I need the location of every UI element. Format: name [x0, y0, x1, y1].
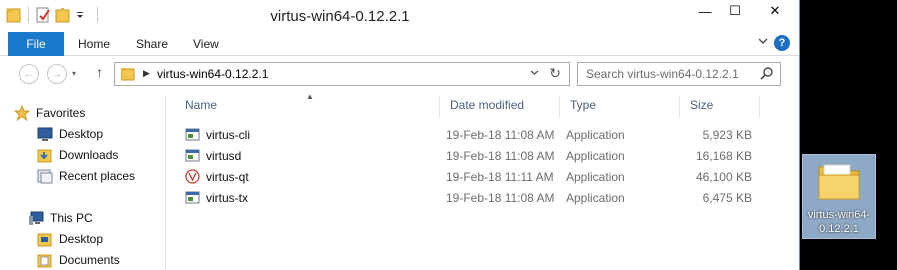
documents-folder-icon [37, 252, 53, 268]
tab-share[interactable]: Share [136, 32, 168, 56]
nav-item-label: Recent places [59, 169, 136, 183]
recent-locations-icon[interactable]: ▾ [72, 69, 76, 78]
nav-this-pc-label: This PC [50, 211, 93, 225]
back-button[interactable]: ← [19, 64, 39, 84]
breadcrumb-path[interactable]: virtus-win64-0.12.2.1 [157, 67, 268, 81]
file-type: Application [566, 128, 625, 142]
nav-item-label: Desktop [59, 232, 104, 246]
window-controls: — ☐ ✕ [690, 0, 799, 22]
nav-item-recent-places[interactable]: Recent places [37, 166, 135, 186]
forward-button[interactable]: → [47, 64, 67, 84]
nav-item-downloads[interactable]: Downloads [37, 145, 118, 165]
maximize-button[interactable]: ☐ [720, 0, 750, 22]
computer-icon [28, 210, 44, 226]
folder-icon [816, 159, 862, 203]
virtus-logo-icon [185, 169, 200, 184]
column-header-size[interactable]: Size [680, 96, 760, 118]
search-icon[interactable] [760, 66, 774, 80]
desktop-folder-item[interactable]: virtus-win64- 0.12.2.1 [802, 154, 876, 239]
nav-item-pc-desktop[interactable]: Desktop [37, 229, 103, 249]
file-type: Application [566, 149, 625, 163]
navigation-bar: ← → ▾ ↑ ▶ virtus-win64-0.12.2.1 ↻ [0, 56, 799, 92]
tab-file[interactable]: File [8, 32, 64, 56]
folder-icon [120, 67, 135, 81]
desktop-folder-icon [37, 231, 53, 247]
column-header-name[interactable]: Name [175, 96, 440, 118]
address-bar[interactable]: ▶ virtus-win64-0.12.2.1 ↻ [114, 62, 570, 86]
file-date: 19-Feb-18 11:08 AM [446, 149, 555, 163]
desktop-folder-label-line2: 0.12.2.1 [819, 223, 859, 235]
nav-item-desktop[interactable]: Desktop [37, 124, 103, 144]
file-date: 19-Feb-18 11:08 AM [446, 128, 555, 142]
app-icon [185, 148, 200, 163]
file-type: Application [566, 170, 625, 184]
ribbon-tabs: File Home Share View ? [0, 32, 799, 56]
title-bar[interactable]: virtus-win64-0.12.2.1 — ☐ ✕ [0, 0, 799, 32]
window-title: virtus-win64-0.12.2.1 [270, 8, 410, 25]
refresh-button[interactable]: ↻ [549, 65, 561, 82]
table-row[interactable]: virtusd 19-Feb-18 11:08 AM Application 1… [175, 146, 775, 166]
nav-favorites[interactable]: Favorites [13, 103, 86, 123]
nav-item-label: Downloads [59, 148, 119, 162]
file-name[interactable]: virtus-qt [206, 170, 249, 184]
nav-favorites-label: Favorites [36, 106, 86, 120]
file-size: 46,100 KB [695, 170, 752, 184]
file-date: 19-Feb-18 11:08 AM [446, 191, 555, 205]
file-type: Application [566, 191, 625, 205]
app-icon [185, 190, 200, 205]
breadcrumb-arrow-icon[interactable]: ▶ [143, 68, 150, 79]
file-date: 19-Feb-18 11:11 AM [446, 170, 554, 184]
recent-places-icon [37, 168, 53, 184]
table-row[interactable]: virtus-cli 19-Feb-18 11:08 AM Applicatio… [175, 125, 775, 145]
address-dropdown-icon[interactable] [530, 68, 539, 79]
expand-ribbon-icon[interactable] [758, 36, 768, 49]
app-icon [185, 127, 200, 142]
file-name[interactable]: virtus-tx [206, 191, 248, 205]
nav-item-label: Documents [59, 253, 120, 267]
minimize-button[interactable]: — [690, 0, 720, 22]
navigation-pane: Favorites Desktop Downloads Recent place… [0, 96, 166, 270]
file-name[interactable]: virtus-cli [206, 128, 250, 142]
nav-item-documents[interactable]: Documents [37, 250, 120, 270]
downloads-icon [37, 147, 53, 163]
file-name[interactable]: virtusd [206, 149, 241, 163]
column-header-type[interactable]: Type [560, 96, 680, 118]
desktop-folder-label-line1: virtus-win64- [807, 209, 871, 221]
table-row[interactable]: virtus-qt 19-Feb-18 11:11 AM Application… [175, 167, 775, 187]
file-size: 16,168 KB [695, 149, 752, 163]
nav-this-pc[interactable]: This PC [28, 208, 93, 228]
desktop-folder-label: virtus-win64- 0.12.2.1 [803, 208, 875, 236]
search-box[interactable] [577, 62, 781, 86]
nav-item-label: Desktop [59, 127, 104, 141]
tab-home[interactable]: Home [78, 32, 110, 56]
up-button[interactable]: ↑ [96, 64, 103, 80]
table-row[interactable]: virtus-tx 19-Feb-18 11:08 AM Application… [175, 188, 775, 208]
desktop-icon [37, 126, 53, 142]
file-size: 6,475 KB [702, 191, 752, 205]
help-icon[interactable]: ? [774, 35, 790, 51]
file-list: ▲ Name Date modified Type Size virtus-cl… [175, 92, 799, 270]
star-icon [13, 104, 31, 122]
file-size: 5,923 KB [702, 128, 752, 142]
explorer-window: virtus-win64-0.12.2.1 — ☐ ✕ File Home Sh… [0, 0, 800, 270]
column-header-date-modified[interactable]: Date modified [440, 96, 560, 118]
search-input[interactable] [586, 66, 756, 82]
tab-view[interactable]: View [193, 32, 219, 56]
close-button[interactable]: ✕ [750, 0, 799, 22]
